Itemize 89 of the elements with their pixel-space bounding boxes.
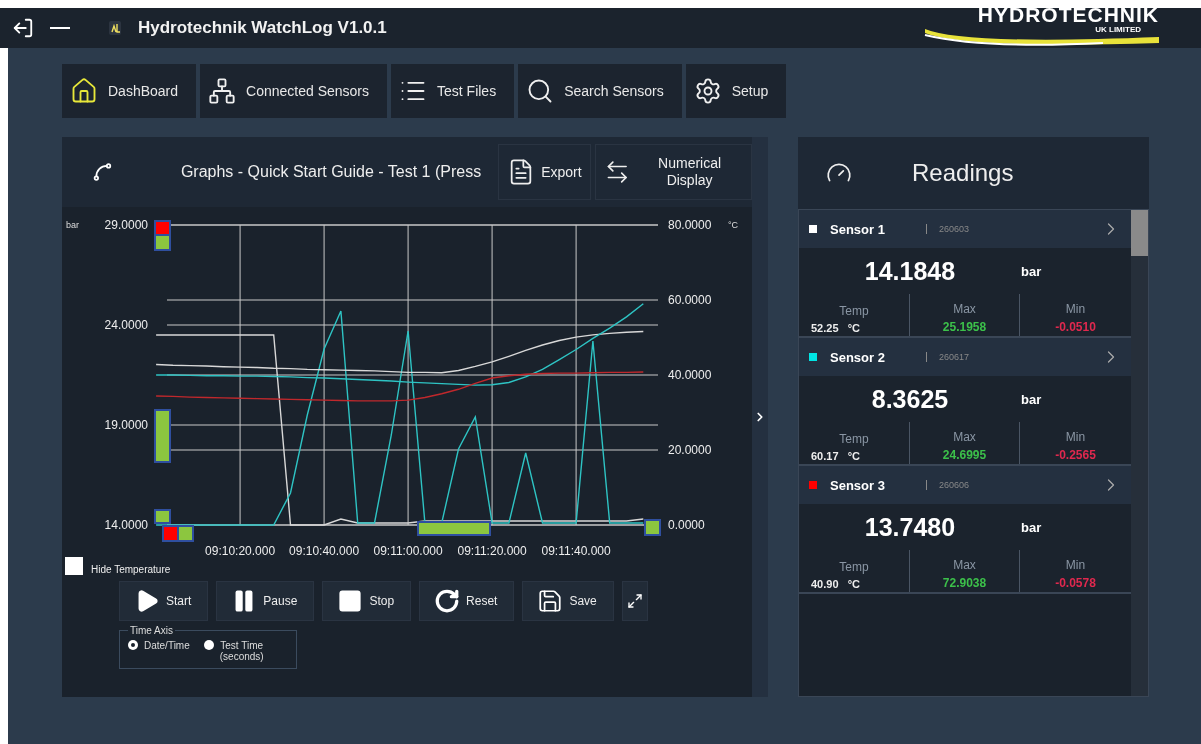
temperature-value: 52.25 °C [811, 322, 861, 334]
stat-label: Min [1065, 558, 1086, 572]
max-value: 72.9038 [942, 576, 987, 590]
minimize-icon[interactable] [50, 26, 70, 30]
axis-label: 19.0000 [104, 418, 148, 432]
stat-label: Temp [839, 432, 869, 446]
serial-number: 260617 [926, 352, 970, 362]
network-icon [208, 77, 237, 105]
axis-unit: °C [728, 220, 739, 230]
sensor-name: Sensor 2 [830, 349, 886, 365]
axis-label: 09:11:40.000 [541, 544, 611, 557]
sensor-name: Sensor 3 [830, 477, 886, 493]
axis-label: 09:11:20.000 [457, 544, 527, 557]
radio-button[interactable] [128, 640, 138, 650]
control-button[interactable]: Reset [419, 581, 515, 621]
max-value: 24.6995 [942, 448, 987, 462]
action-button[interactable]: Numerical Display [594, 144, 752, 200]
nav-button[interactable]: Setup [685, 64, 787, 118]
reading-value: 13.7480 [863, 512, 957, 542]
temperature-value: 40.90 °C [811, 578, 861, 590]
radio-option[interactable]: Test Time (seconds) [203, 640, 264, 662]
exit-icon[interactable] [12, 17, 34, 39]
panel-title: Readings [912, 159, 1014, 187]
axis-label: 29.0000 [104, 218, 148, 232]
min-value: -0.0510 [1055, 320, 1096, 334]
expand-button[interactable] [621, 581, 648, 621]
stat-label: Min [1065, 302, 1086, 316]
graph-title: Graphs - Quick Start Guide - Test 1 (Press [180, 163, 483, 181]
min-value: -0.2565 [1055, 448, 1096, 462]
axis-label: 09:10:40.000 [289, 544, 360, 557]
axis-label: 60.0000 [668, 293, 712, 307]
window-title: Hydrotechnik WatchLog V1.0.1 [138, 18, 387, 38]
group-title: Time Axis [129, 625, 174, 636]
unit-label: bar [1021, 391, 1042, 407]
marker-handle[interactable] [154, 220, 171, 236]
reset-icon [434, 588, 461, 614]
reading-value: 14.1848 [863, 256, 957, 286]
action-button[interactable]: Export [498, 144, 591, 200]
marker-handle[interactable] [644, 519, 661, 536]
logo-text: HYDROTECHNIK [977, 5, 1159, 25]
axis-label: 09:11:00.000 [373, 544, 443, 557]
serial-number: 260606 [926, 480, 970, 490]
graph-icon [92, 161, 113, 183]
stat-label: Temp [839, 560, 869, 574]
nav-button[interactable]: Connected Sensors [200, 64, 387, 118]
save-icon [537, 588, 564, 614]
axis-label: 0.0000 [668, 518, 705, 532]
stat-label: Temp [839, 304, 869, 318]
max-value: 25.1958 [942, 320, 987, 334]
control-button[interactable]: Start [119, 581, 209, 621]
temperature-value: 60.17 °C [811, 450, 861, 462]
marker-handle[interactable] [154, 234, 171, 251]
axis-label: 09:10:20.000 [205, 544, 276, 557]
marker-handle[interactable] [154, 409, 171, 463]
nav-button[interactable]: DashBoard [62, 64, 197, 118]
nav-button[interactable]: Search Sensors [518, 64, 682, 118]
axis-label: 20.0000 [668, 443, 712, 457]
axis-label: 24.0000 [104, 318, 148, 332]
logo-subtitle: UK LIMITED [1095, 25, 1141, 34]
app-icon [108, 20, 122, 36]
control-button[interactable]: Pause [216, 581, 315, 621]
stat-label: Min [1065, 430, 1086, 444]
marker-handle[interactable] [417, 521, 491, 536]
marker-handle[interactable] [177, 525, 194, 542]
stat-label: Max [953, 558, 976, 572]
checkbox-label: Hide Temperature [91, 564, 171, 575]
radio-option[interactable]: Date/Time [128, 640, 190, 651]
control-button[interactable]: Stop [322, 581, 412, 621]
stat-label: Max [953, 302, 976, 316]
control-button[interactable]: Save [522, 581, 614, 621]
axis-label: 80.0000 [668, 218, 712, 232]
stat-label: Max [953, 430, 976, 444]
marker-handle[interactable] [154, 509, 171, 524]
axis-label: 40.0000 [668, 368, 712, 382]
min-value: -0.0578 [1055, 576, 1096, 590]
radio-button[interactable] [203, 640, 214, 650]
nav-button[interactable]: Test Files [391, 64, 515, 118]
axis-unit: bar [66, 220, 79, 230]
reading-value: 8.3625 [870, 384, 950, 414]
unit-label: bar [1021, 519, 1042, 535]
scrollbar[interactable] [1131, 210, 1148, 696]
stop-icon [337, 588, 364, 614]
checkbox[interactable] [65, 557, 83, 575]
unit-label: bar [1021, 263, 1042, 279]
axis-label: 14.0000 [104, 518, 148, 532]
serial-number: 260603 [926, 224, 970, 234]
expand-icon [626, 593, 643, 609]
sensor-name: Sensor 1 [830, 221, 886, 237]
home-icon [70, 77, 98, 105]
